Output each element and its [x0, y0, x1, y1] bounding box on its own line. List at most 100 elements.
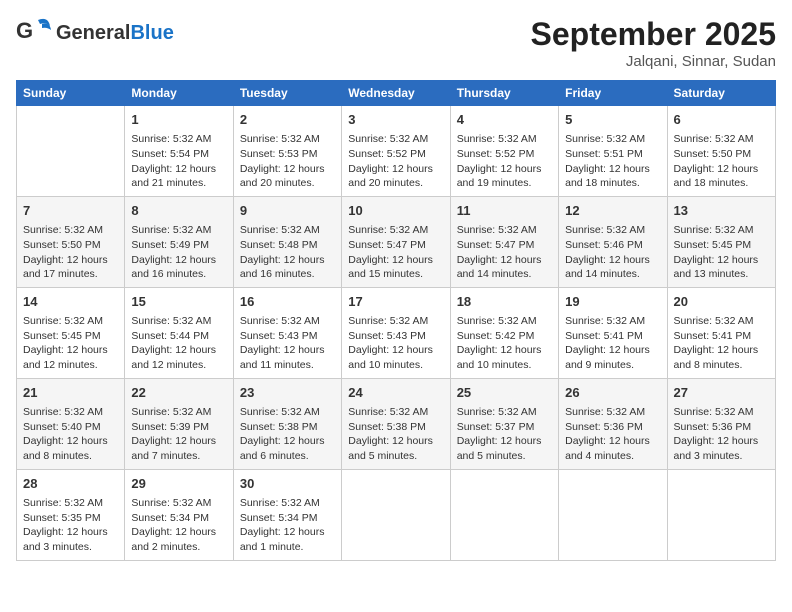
calendar-cell — [17, 106, 125, 197]
column-header-wednesday: Wednesday — [342, 81, 450, 106]
calendar-cell: 19 Sunrise: 5:32 AM Sunset: 5:41 PM Dayli… — [559, 287, 667, 378]
day-info: Sunrise: 5:32 AM Sunset: 5:40 PM Dayligh… — [23, 405, 118, 464]
day-number: 24 — [348, 384, 443, 402]
calendar-cell: 25 Sunrise: 5:32 AM Sunset: 5:37 PM Dayli… — [450, 378, 558, 469]
day-info: Sunrise: 5:32 AM Sunset: 5:52 PM Dayligh… — [457, 132, 552, 191]
day-number: 5 — [565, 111, 660, 129]
day-number: 7 — [23, 202, 118, 220]
column-header-thursday: Thursday — [450, 81, 558, 106]
day-info: Sunrise: 5:32 AM Sunset: 5:37 PM Dayligh… — [457, 405, 552, 464]
calendar-cell: 14 Sunrise: 5:32 AM Sunset: 5:45 PM Dayli… — [17, 287, 125, 378]
day-number: 27 — [674, 384, 769, 402]
week-row-2: 7 Sunrise: 5:32 AM Sunset: 5:50 PM Daylig… — [17, 196, 776, 287]
day-info: Sunrise: 5:32 AM Sunset: 5:47 PM Dayligh… — [348, 223, 443, 282]
day-number: 25 — [457, 384, 552, 402]
day-info: Sunrise: 5:32 AM Sunset: 5:41 PM Dayligh… — [565, 314, 660, 373]
column-header-tuesday: Tuesday — [233, 81, 341, 106]
day-info: Sunrise: 5:32 AM Sunset: 5:52 PM Dayligh… — [348, 132, 443, 191]
title-block: September 2025 Jalqani, Sinnar, Sudan — [531, 16, 776, 70]
page-header: G GeneralBlue September 2025 Jalqani, Si… — [16, 16, 776, 70]
day-number: 8 — [131, 202, 226, 220]
day-info: Sunrise: 5:32 AM Sunset: 5:43 PM Dayligh… — [240, 314, 335, 373]
day-number: 13 — [674, 202, 769, 220]
day-info: Sunrise: 5:32 AM Sunset: 5:46 PM Dayligh… — [565, 223, 660, 282]
day-number: 1 — [131, 111, 226, 129]
logo-blue: Blue — [130, 22, 173, 44]
calendar-cell: 1 Sunrise: 5:32 AM Sunset: 5:54 PM Daylig… — [125, 106, 233, 197]
calendar-cell — [342, 469, 450, 560]
calendar-cell: 9Sunrise: 5:32 AM Sunset: 5:48 PM Daylig… — [233, 196, 341, 287]
calendar-cell: 15 Sunrise: 5:32 AM Sunset: 5:44 PM Dayli… — [125, 287, 233, 378]
calendar-cell: 24 Sunrise: 5:32 AM Sunset: 5:38 PM Dayli… — [342, 378, 450, 469]
day-number: 18 — [457, 293, 552, 311]
day-number: 20 — [674, 293, 769, 311]
calendar-cell: 10Sunrise: 5:32 AM Sunset: 5:47 PM Dayli… — [342, 196, 450, 287]
calendar-cell — [667, 469, 775, 560]
svg-text:G: G — [16, 18, 33, 43]
day-number: 14 — [23, 293, 118, 311]
calendar-cell: 17 Sunrise: 5:32 AM Sunset: 5:43 PM Dayli… — [342, 287, 450, 378]
calendar-cell: 5Sunrise: 5:32 AM Sunset: 5:51 PM Daylig… — [559, 106, 667, 197]
calendar-cell: 28 Sunrise: 5:32 AM Sunset: 5:35 PM Dayli… — [17, 469, 125, 560]
calendar-cell: 30 Sunrise: 5:32 AM Sunset: 5:34 PM Dayli… — [233, 469, 341, 560]
day-info: Sunrise: 5:32 AM Sunset: 5:49 PM Dayligh… — [131, 223, 226, 282]
calendar-cell: 11Sunrise: 5:32 AM Sunset: 5:47 PM Dayli… — [450, 196, 558, 287]
calendar-cell: 22 Sunrise: 5:32 AM Sunset: 5:39 PM Dayli… — [125, 378, 233, 469]
day-info: Sunrise: 5:32 AM Sunset: 5:44 PM Dayligh… — [131, 314, 226, 373]
week-row-5: 28 Sunrise: 5:32 AM Sunset: 5:35 PM Dayli… — [17, 469, 776, 560]
day-number: 6 — [674, 111, 769, 129]
day-info: Sunrise: 5:32 AM Sunset: 5:43 PM Dayligh… — [348, 314, 443, 373]
day-number: 9 — [240, 202, 335, 220]
day-number: 4 — [457, 111, 552, 129]
day-info: Sunrise: 5:32 AM Sunset: 5:39 PM Dayligh… — [131, 405, 226, 464]
week-row-1: 1 Sunrise: 5:32 AM Sunset: 5:54 PM Daylig… — [17, 106, 776, 197]
column-header-sunday: Sunday — [17, 81, 125, 106]
day-info: Sunrise: 5:32 AM Sunset: 5:41 PM Dayligh… — [674, 314, 769, 373]
day-number: 22 — [131, 384, 226, 402]
day-info: Sunrise: 5:32 AM Sunset: 5:47 PM Dayligh… — [457, 223, 552, 282]
day-info: Sunrise: 5:32 AM Sunset: 5:54 PM Dayligh… — [131, 132, 226, 191]
day-number: 29 — [131, 475, 226, 493]
logo: G GeneralBlue — [16, 16, 174, 49]
day-number: 16 — [240, 293, 335, 311]
calendar-table: SundayMondayTuesdayWednesdayThursdayFrid… — [16, 80, 776, 561]
column-header-saturday: Saturday — [667, 81, 775, 106]
header-row: SundayMondayTuesdayWednesdayThursdayFrid… — [17, 81, 776, 106]
day-number: 19 — [565, 293, 660, 311]
calendar-cell: 7 Sunrise: 5:32 AM Sunset: 5:50 PM Daylig… — [17, 196, 125, 287]
day-number: 28 — [23, 475, 118, 493]
calendar-cell: 2Sunrise: 5:32 AM Sunset: 5:53 PM Daylig… — [233, 106, 341, 197]
day-info: Sunrise: 5:32 AM Sunset: 5:50 PM Dayligh… — [23, 223, 118, 282]
column-header-friday: Friday — [559, 81, 667, 106]
day-number: 23 — [240, 384, 335, 402]
month-title: September 2025 — [531, 16, 776, 53]
day-info: Sunrise: 5:32 AM Sunset: 5:42 PM Dayligh… — [457, 314, 552, 373]
week-row-4: 21 Sunrise: 5:32 AM Sunset: 5:40 PM Dayli… — [17, 378, 776, 469]
week-row-3: 14 Sunrise: 5:32 AM Sunset: 5:45 PM Dayli… — [17, 287, 776, 378]
calendar-cell: 20 Sunrise: 5:32 AM Sunset: 5:41 PM Dayli… — [667, 287, 775, 378]
day-number: 26 — [565, 384, 660, 402]
calendar-cell: 4 Sunrise: 5:32 AM Sunset: 5:52 PM Daylig… — [450, 106, 558, 197]
calendar-cell: 12Sunrise: 5:32 AM Sunset: 5:46 PM Dayli… — [559, 196, 667, 287]
calendar-cell: 8 Sunrise: 5:32 AM Sunset: 5:49 PM Daylig… — [125, 196, 233, 287]
logo-general: General — [56, 22, 130, 44]
calendar-cell: 26 Sunrise: 5:32 AM Sunset: 5:36 PM Dayli… — [559, 378, 667, 469]
day-info: Sunrise: 5:32 AM Sunset: 5:53 PM Dayligh… — [240, 132, 335, 191]
calendar-cell — [559, 469, 667, 560]
day-info: Sunrise: 5:32 AM Sunset: 5:36 PM Dayligh… — [565, 405, 660, 464]
day-number: 17 — [348, 293, 443, 311]
day-info: Sunrise: 5:32 AM Sunset: 5:45 PM Dayligh… — [23, 314, 118, 373]
day-number: 3 — [348, 111, 443, 129]
calendar-cell: 27Sunrise: 5:32 AM Sunset: 5:36 PM Dayli… — [667, 378, 775, 469]
day-number: 30 — [240, 475, 335, 493]
day-info: Sunrise: 5:32 AM Sunset: 5:34 PM Dayligh… — [240, 496, 335, 555]
day-info: Sunrise: 5:32 AM Sunset: 5:35 PM Dayligh… — [23, 496, 118, 555]
day-info: Sunrise: 5:32 AM Sunset: 5:38 PM Dayligh… — [240, 405, 335, 464]
day-number: 15 — [131, 293, 226, 311]
logo-icon: G — [16, 16, 52, 49]
day-info: Sunrise: 5:32 AM Sunset: 5:38 PM Dayligh… — [348, 405, 443, 464]
day-number: 21 — [23, 384, 118, 402]
calendar-cell — [450, 469, 558, 560]
calendar-cell: 3 Sunrise: 5:32 AM Sunset: 5:52 PM Daylig… — [342, 106, 450, 197]
day-info: Sunrise: 5:32 AM Sunset: 5:34 PM Dayligh… — [131, 496, 226, 555]
